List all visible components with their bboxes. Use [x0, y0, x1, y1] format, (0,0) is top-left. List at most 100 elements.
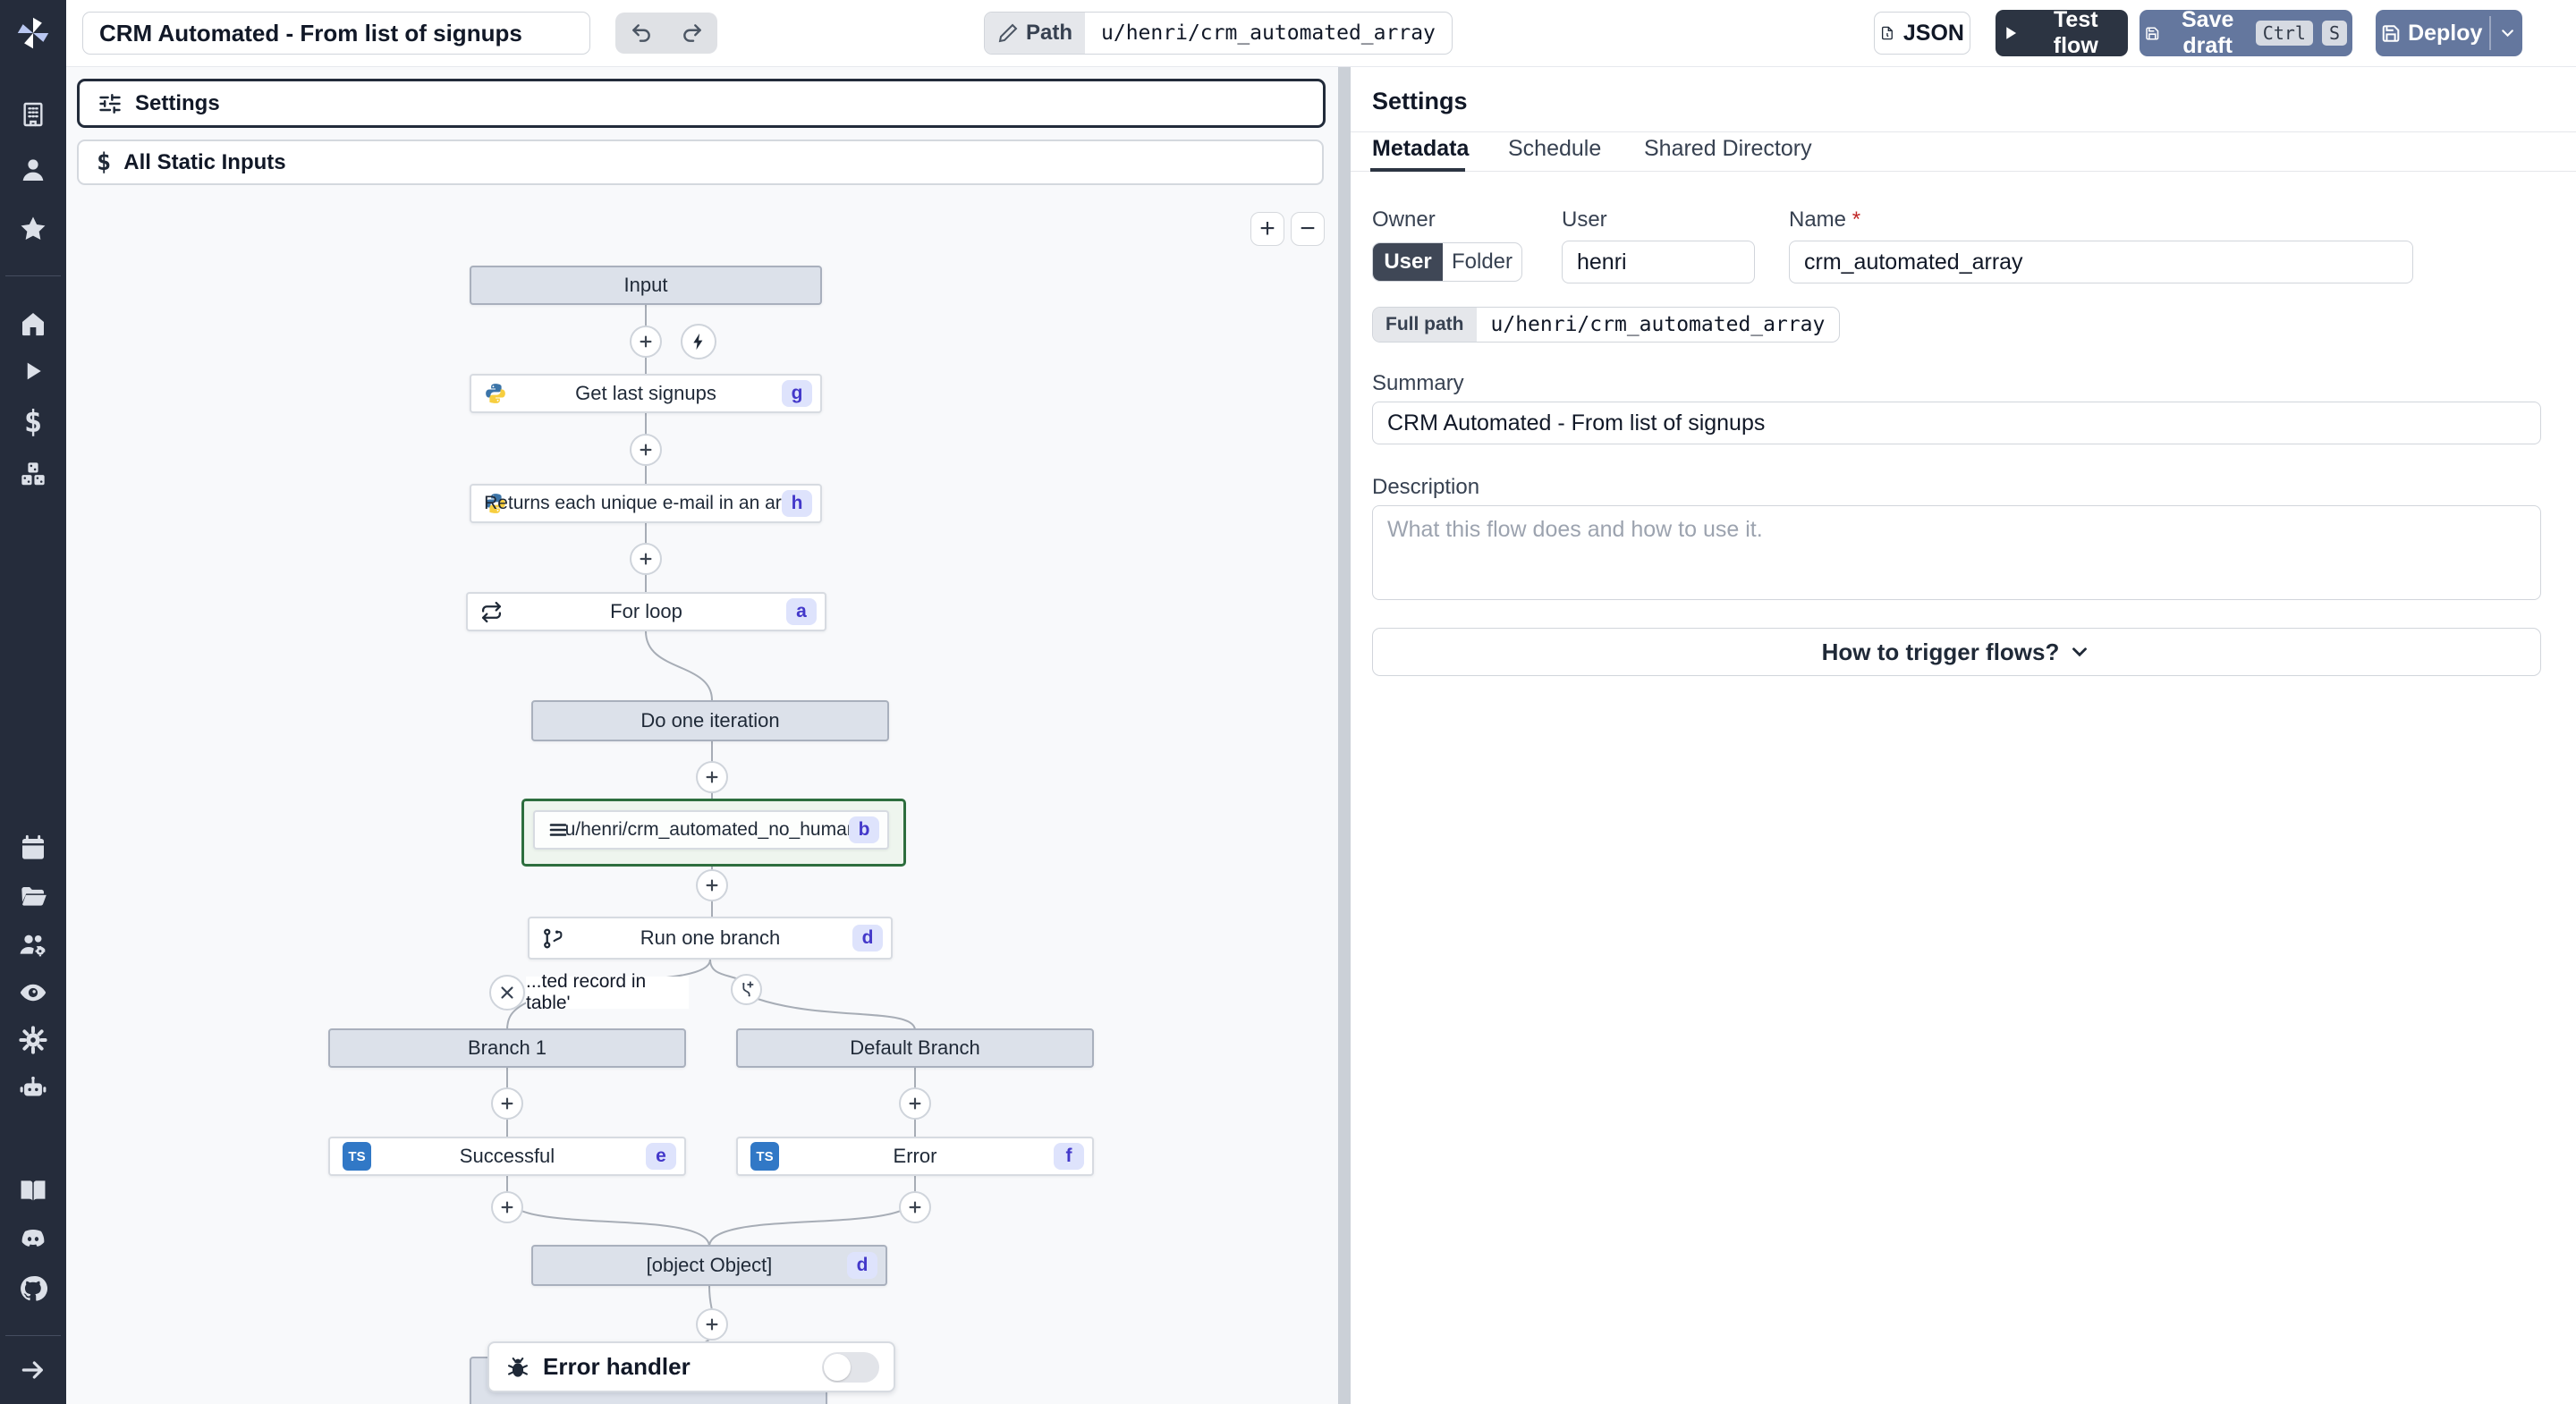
docs-book-icon[interactable] — [18, 1175, 48, 1205]
step-label: Returns each unique e-mail in an array — [484, 493, 808, 513]
user-icon[interactable] — [19, 156, 47, 184]
save-draft-label: Save draft — [2181, 7, 2234, 58]
description-label: Description — [1372, 475, 1480, 499]
divider — [1351, 131, 2576, 132]
settings-panel: Settings Metadata Schedule Shared Direct… — [1351, 66, 2576, 1404]
owner-label: Owner — [1372, 207, 1436, 232]
sidebar-divider — [5, 1335, 61, 1336]
summary-input[interactable] — [1372, 402, 2541, 444]
building-icon[interactable] — [19, 100, 47, 129]
resources-boxes-icon[interactable] — [19, 460, 47, 488]
undo-button[interactable] — [621, 21, 662, 45]
windmill-logo-icon[interactable] — [13, 13, 53, 53]
error-handler-label: Error handler — [543, 1353, 691, 1380]
json-button[interactable]: JSON — [1874, 12, 1970, 55]
deploy-separator — [2489, 16, 2491, 50]
github-icon[interactable] — [18, 1273, 48, 1304]
step-run-one-branch[interactable]: Run one branch d — [528, 917, 893, 960]
panel-title: Settings — [1372, 88, 1468, 114]
add-step-icon[interactable] — [630, 326, 662, 358]
add-step-icon[interactable] — [899, 1087, 931, 1120]
step-id-badge: b — [849, 816, 879, 843]
tab-schedule[interactable]: Schedule — [1508, 136, 1601, 162]
tab-shared-directory[interactable]: Shared Directory — [1644, 136, 1812, 162]
settings-bar-label: Settings — [135, 90, 220, 115]
static-inputs-label: All Static Inputs — [123, 149, 286, 174]
folders-icon[interactable] — [19, 882, 47, 910]
name-label: Name * — [1789, 207, 1861, 232]
settings-gear-icon[interactable] — [18, 1025, 48, 1055]
name-input[interactable] — [1789, 241, 2413, 283]
git-fork-icon — [542, 927, 564, 950]
test-flow-button[interactable]: Test flow — [1996, 7, 2128, 58]
audit-eye-icon[interactable] — [18, 977, 48, 1008]
trigger-bolt-icon[interactable] — [681, 324, 716, 359]
how-to-trigger-button[interactable]: How to trigger flows? — [1372, 628, 2541, 676]
redo-button[interactable] — [672, 21, 713, 45]
step-id-badge: d — [852, 925, 883, 952]
required-asterisk: * — [1852, 207, 1861, 232]
add-branch-icon[interactable] — [731, 974, 762, 1005]
step-id-badge: g — [782, 380, 812, 407]
save-icon — [2146, 27, 2159, 39]
add-step-icon[interactable] — [696, 1308, 728, 1341]
step-error[interactable]: TS Error f — [736, 1137, 1094, 1176]
add-step-icon[interactable] — [491, 1191, 523, 1223]
tab-metadata[interactable]: Metadata — [1372, 136, 1469, 162]
save-draft-button[interactable]: Save draft Ctrl S — [2140, 7, 2352, 58]
step-for-loop[interactable]: For loop a — [466, 592, 826, 631]
branch1-node[interactable]: Branch 1 — [328, 1028, 686, 1068]
branch-condition-label: ...ted record in table' — [526, 971, 689, 1013]
remove-branch-x-icon[interactable] — [489, 975, 525, 1011]
iteration-label: Do one iteration — [640, 709, 780, 732]
error-handler-toggle[interactable] — [822, 1351, 879, 1383]
summary-label: Summary — [1372, 371, 1464, 395]
step-subflow[interactable]: u/henri/crm_automated_no_human b — [533, 810, 889, 850]
variables-dollar-icon[interactable]: $ — [24, 404, 42, 440]
schedules-calendar-icon[interactable] — [19, 833, 47, 862]
python-icon — [484, 382, 507, 405]
workers-bot-icon[interactable] — [18, 1073, 48, 1104]
step-label: u/henri/crm_automated_no_human — [564, 819, 858, 840]
step-successful[interactable]: TS Successful e — [328, 1137, 686, 1176]
step-get-last-signups[interactable]: Get last signups g — [470, 374, 822, 413]
user-input[interactable] — [1562, 241, 1755, 283]
zoom-out-button[interactable]: − — [1291, 212, 1325, 246]
panel-resize-divider[interactable] — [1338, 66, 1351, 1404]
owner-user-option[interactable]: User — [1373, 243, 1443, 281]
add-step-icon[interactable] — [630, 434, 662, 466]
chevron-down-icon[interactable] — [2498, 23, 2517, 43]
error-handler-card[interactable]: Error handler — [487, 1341, 895, 1392]
all-static-inputs-bar[interactable]: $ All Static Inputs — [77, 140, 1324, 185]
full-path-chip: Full path — [1373, 308, 1477, 342]
owner-toggle: User Folder — [1372, 242, 1522, 282]
path-value: u/henri/crm_automated_array — [1101, 21, 1436, 45]
default-branch-node[interactable]: Default Branch — [736, 1028, 1094, 1068]
flow-input-node[interactable]: Input — [470, 266, 822, 305]
step-id-badge: d — [847, 1252, 877, 1279]
add-step-icon[interactable] — [696, 761, 728, 793]
home-icon[interactable] — [19, 309, 47, 338]
discord-icon[interactable] — [18, 1224, 48, 1255]
flow-path-field[interactable]: Path u/henri/crm_automated_array — [984, 12, 1453, 55]
branch-result-node[interactable]: [object Object] d — [531, 1245, 887, 1286]
flow-name-input[interactable] — [82, 12, 590, 55]
flow-settings-bar[interactable]: Settings — [77, 79, 1326, 128]
do-one-iteration-node[interactable]: Do one iteration — [531, 700, 889, 741]
tabs-border — [1351, 171, 2576, 172]
add-step-icon[interactable] — [696, 869, 728, 901]
runs-play-icon[interactable] — [20, 358, 47, 385]
expand-arrow-icon[interactable] — [19, 1356, 47, 1384]
app-sidebar: $ — [0, 0, 66, 1404]
add-step-icon[interactable] — [899, 1191, 931, 1223]
zoom-in-button[interactable]: + — [1250, 212, 1284, 246]
deploy-button[interactable]: Deploy — [2376, 10, 2522, 56]
owner-folder-option[interactable]: Folder — [1443, 243, 1521, 281]
star-icon[interactable] — [18, 214, 48, 244]
description-textarea[interactable] — [1372, 505, 2541, 600]
groups-users-cog-icon[interactable] — [18, 929, 48, 960]
sliders-icon — [99, 93, 121, 114]
add-step-icon[interactable] — [630, 543, 662, 575]
step-unique-emails[interactable]: Returns each unique e-mail in an array h — [470, 484, 822, 523]
add-step-icon[interactable] — [491, 1087, 523, 1120]
